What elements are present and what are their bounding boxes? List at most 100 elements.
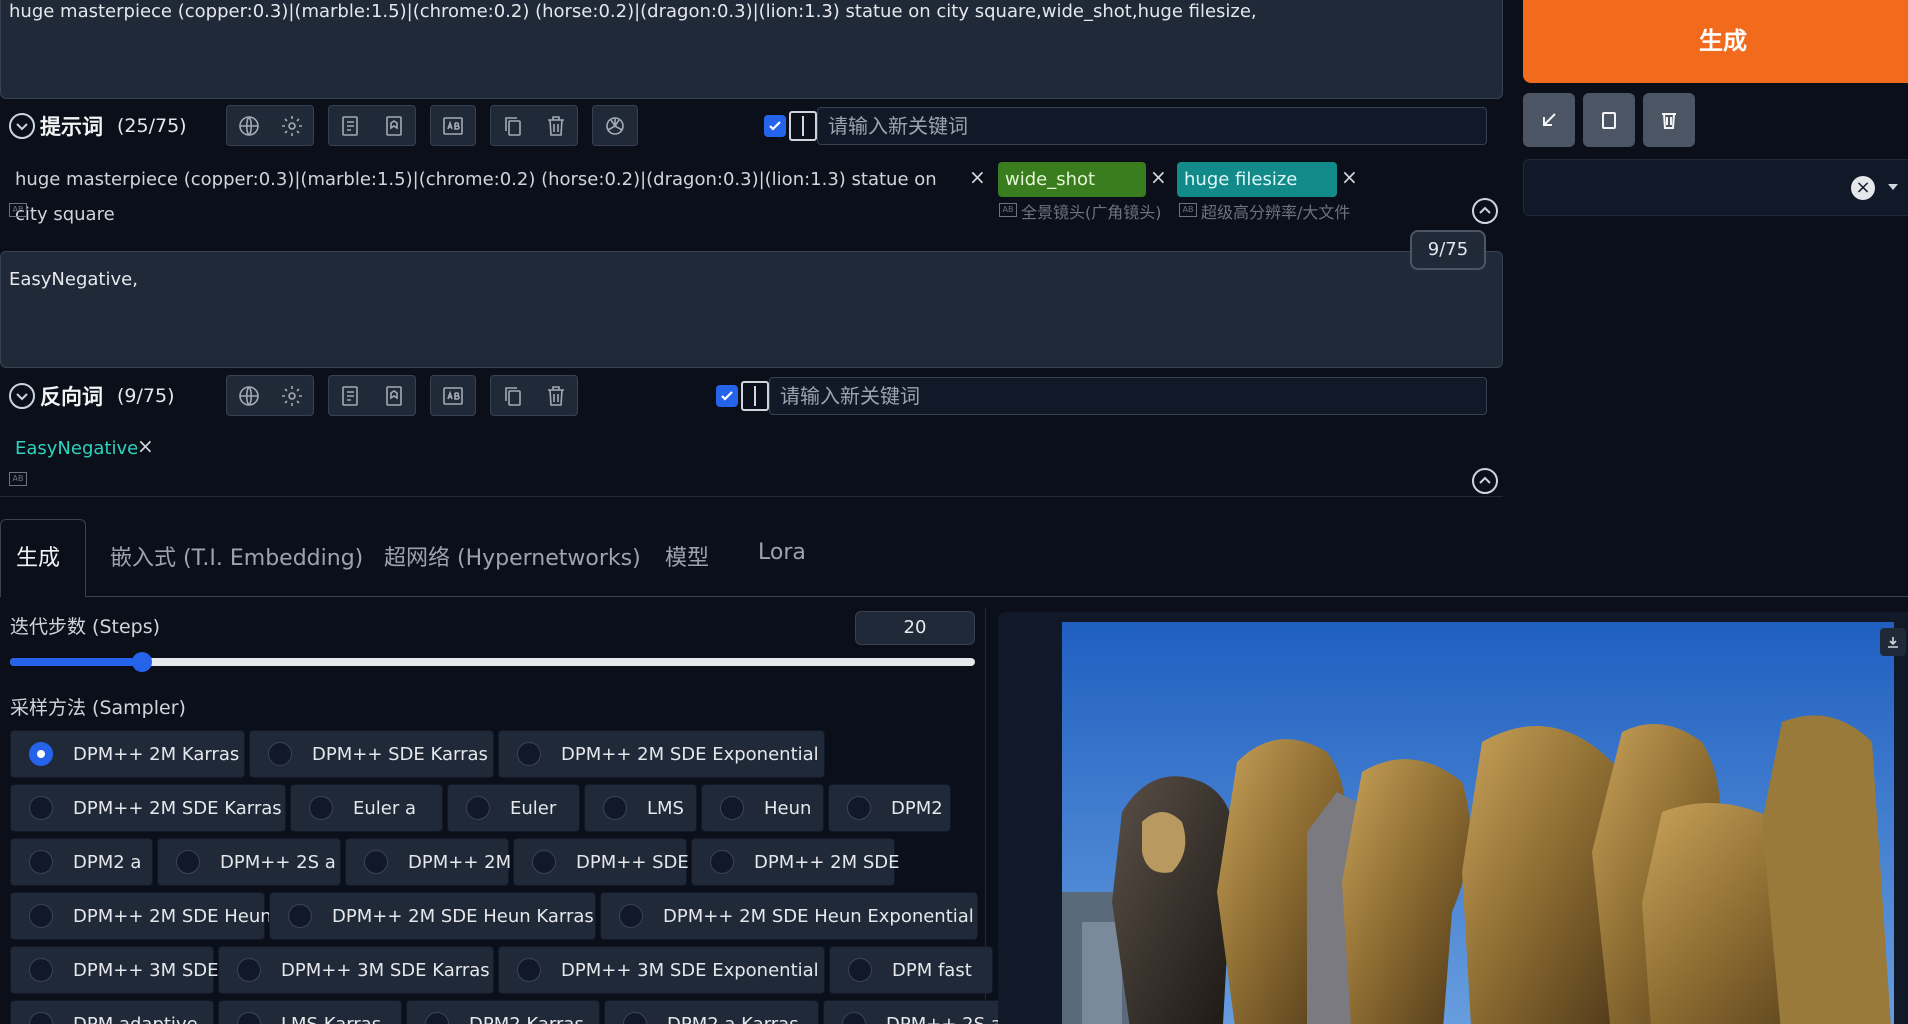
clear-selection-icon[interactable]: × — [1851, 176, 1875, 200]
sampler-option[interactable]: DPM++ SDE — [513, 838, 689, 886]
sampler-option[interactable]: DPM++ 2M SDE — [691, 838, 900, 886]
tag-translate-icon[interactable]: AB — [1179, 203, 1197, 217]
dropdown-caret-icon[interactable] — [1888, 184, 1898, 190]
tab-models[interactable]: 模型 — [665, 540, 709, 572]
tag-translate-icon[interactable]: AB — [999, 203, 1017, 217]
sampler-option[interactable]: Euler — [447, 784, 580, 832]
clear-prompt-button[interactable] — [1583, 93, 1635, 147]
positive-keyword-input[interactable]: 请输入新关键词 — [817, 107, 1487, 145]
sampler-option[interactable]: DPM++ SDE Karras — [249, 730, 494, 778]
style-dropdown[interactable]: × — [1523, 159, 1908, 216]
radio-button[interactable] — [364, 850, 388, 874]
sampler-option[interactable]: Heun — [701, 784, 824, 832]
sampler-option[interactable]: DPM++ 2M SDE Heun Karras — [269, 892, 596, 940]
sampler-option[interactable]: DPM++ 3M SDE — [10, 946, 219, 994]
radio-button[interactable] — [268, 742, 292, 766]
tab-embedding[interactable]: 嵌入式 (T.I. Embedding) — [110, 540, 363, 572]
tag-remove-icon[interactable]: × — [969, 165, 986, 189]
sampler-option[interactable]: LMS — [584, 784, 697, 832]
positive-prompt-text[interactable]: huge masterpiece (copper:0.3)|(marble:1.… — [9, 1, 1257, 22]
radio-button[interactable] — [29, 1012, 53, 1024]
radio-button[interactable] — [720, 796, 744, 820]
history-list-icon[interactable] — [329, 105, 372, 146]
generate-button[interactable]: 生成 — [1523, 0, 1908, 83]
sampler-option[interactable]: DPM2 — [828, 784, 951, 832]
radio-button[interactable] — [29, 904, 53, 928]
sampler-option[interactable]: DPM++ 3M SDE Karras — [218, 946, 494, 994]
sampler-option[interactable]: DPM2 Karras — [406, 1000, 600, 1024]
tag-remove-icon[interactable]: × — [137, 434, 154, 458]
steps-number-input[interactable]: 20 — [855, 611, 975, 645]
sampler-option[interactable]: LMS Karras — [218, 1000, 402, 1024]
sampler-option[interactable]: Euler a — [290, 784, 443, 832]
negative-prompt-text[interactable]: EasyNegative, — [9, 269, 138, 290]
radio-button[interactable] — [848, 958, 872, 982]
sampler-option[interactable]: DPM++ 2M SDE Karras — [10, 784, 286, 832]
sampler-option[interactable]: DPM adaptive — [10, 1000, 214, 1024]
steps-slider-thumb[interactable] — [132, 652, 153, 672]
tag-translate-icon[interactable]: AB — [9, 472, 27, 486]
tag-remove-icon[interactable]: × — [1150, 165, 1167, 189]
openai-icon[interactable] — [593, 105, 636, 146]
sampler-option[interactable]: DPM2 a — [10, 838, 153, 886]
copy-icon[interactable] — [491, 105, 534, 146]
output-gallery[interactable] — [998, 612, 1908, 1024]
steps-slider[interactable] — [10, 652, 975, 672]
radio-button[interactable] — [29, 850, 53, 874]
tag-remove-icon[interactable]: × — [1341, 165, 1358, 189]
radio-button[interactable] — [842, 1012, 866, 1024]
sampler-option[interactable]: DPM++ 2S a — [157, 838, 341, 886]
radio-button[interactable] — [288, 904, 312, 928]
delete-style-button[interactable] — [1643, 93, 1695, 147]
radio-button[interactable] — [29, 958, 53, 982]
collapse-up-icon[interactable] — [1472, 198, 1498, 224]
radio-button[interactable] — [309, 796, 333, 820]
radio-button[interactable] — [237, 958, 261, 982]
translate-globe-icon[interactable] — [227, 375, 270, 416]
settings-gear-icon[interactable] — [270, 105, 313, 146]
ab-swap-icon[interactable] — [431, 375, 474, 416]
steps-value[interactable]: 20 — [904, 617, 927, 638]
sampler-option[interactable]: DPM++ 2M Karras — [10, 730, 245, 778]
radio-button[interactable] — [237, 1012, 261, 1024]
download-icon[interactable] — [1880, 628, 1906, 656]
trash-icon[interactable] — [534, 105, 577, 146]
trash-icon[interactable] — [534, 375, 577, 416]
radio-button[interactable] — [29, 796, 53, 820]
prompt-tag[interactable]: huge masterpiece (copper:0.3)|(marble:1.… — [8, 162, 968, 225]
radio-button[interactable] — [517, 958, 541, 982]
tab-lora[interactable]: Lora — [758, 540, 806, 565]
read-params-button[interactable] — [1523, 93, 1575, 147]
copy-icon[interactable] — [491, 375, 534, 416]
sampler-option[interactable]: DPM2 a Karras — [604, 1000, 819, 1024]
collapse-chevron-icon[interactable] — [9, 113, 35, 139]
generated-lion-statues-image[interactable] — [1062, 622, 1908, 1024]
collapse-up-icon[interactable] — [1472, 468, 1498, 494]
sampler-option[interactable]: DPM++ 2M — [345, 838, 511, 886]
history-list-icon[interactable] — [329, 375, 372, 416]
sampler-option[interactable]: DPM++ 3M SDE Exponential — [498, 946, 825, 994]
sampler-option[interactable]: DPM++ 2M SDE Exponential — [498, 730, 825, 778]
radio-button[interactable] — [710, 850, 734, 874]
translate-globe-icon[interactable] — [227, 105, 270, 146]
ab-swap-icon[interactable] — [431, 105, 474, 146]
radio-button[interactable] — [176, 850, 200, 874]
prompt-tag[interactable]: huge filesize — [1177, 162, 1337, 197]
keyword-enable-checkbox[interactable] — [716, 385, 738, 407]
sampler-option[interactable]: DPM++ 2M SDE Heun Exponential — [600, 892, 978, 940]
tab-hypernetworks[interactable]: 超网络 (Hypernetworks) — [384, 540, 641, 572]
settings-gear-icon[interactable] — [270, 375, 313, 416]
radio-button[interactable] — [466, 796, 490, 820]
radio-button[interactable] — [532, 850, 556, 874]
sampler-option[interactable]: DPM fast — [829, 946, 993, 994]
positive-prompt-textarea[interactable]: huge masterpiece (copper:0.3)|(marble:1.… — [0, 0, 1503, 99]
negative-tag[interactable]: EasyNegative — [8, 431, 138, 466]
tag-translate-icon[interactable]: AB — [9, 203, 27, 217]
radio-button[interactable] — [29, 742, 53, 766]
collapse-chevron-icon[interactable] — [9, 383, 35, 409]
sampler-option[interactable]: DPM++ 2M SDE Heun — [10, 892, 272, 940]
negative-keyword-input[interactable]: 请输入新关键词 — [769, 377, 1487, 415]
radio-button[interactable] — [517, 742, 541, 766]
radio-button[interactable] — [425, 1012, 449, 1024]
tab-generate[interactable]: 生成 — [16, 540, 60, 572]
